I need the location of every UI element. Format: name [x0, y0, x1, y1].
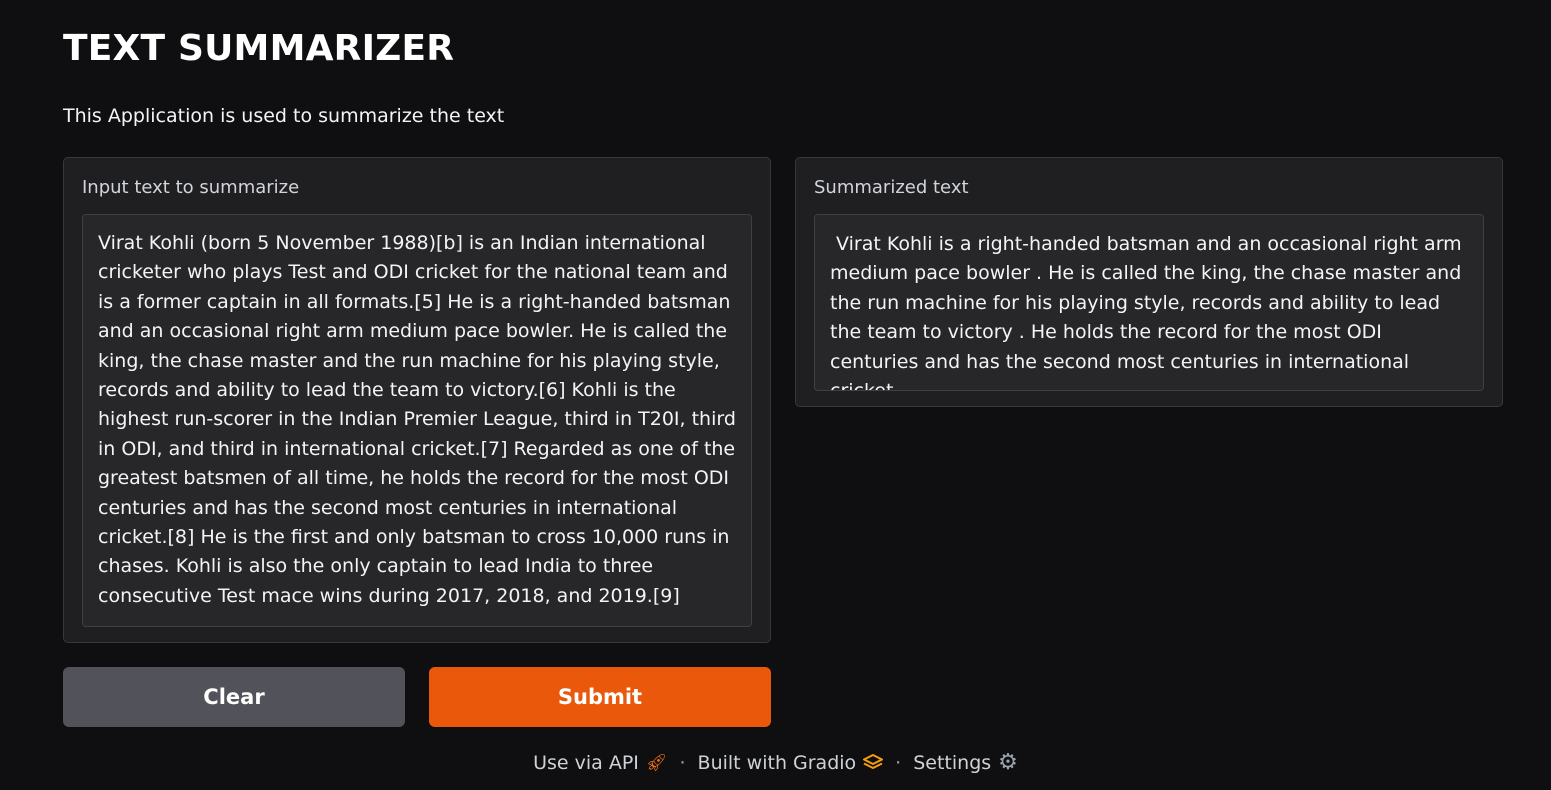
footer: Use via API 🚀︎ · Built with Gradio · Set…	[0, 750, 1551, 775]
app-root: TEXT SUMMARIZER This Application is used…	[0, 0, 1551, 790]
output-textarea[interactable]: Virat Kohli is a right-handed batsman an…	[814, 214, 1484, 391]
rocket-icon: 🚀︎	[645, 753, 668, 773]
submit-button[interactable]: Submit	[429, 667, 771, 727]
settings-link[interactable]: Settings ⚙	[913, 750, 1018, 775]
page-title: TEXT SUMMARIZER	[63, 28, 455, 69]
input-label: Input text to summarize	[82, 177, 300, 198]
built-with-gradio-link[interactable]: Built with Gradio	[698, 752, 884, 774]
output-label: Summarized text	[814, 177, 969, 198]
page-description: This Application is used to summarize th…	[63, 105, 505, 127]
use-via-api-link[interactable]: Use via API 🚀︎	[533, 752, 667, 774]
footer-separator: ·	[895, 752, 902, 774]
input-panel: Input text to summarize Virat Kohli (bor…	[63, 157, 771, 643]
settings-label: Settings	[913, 752, 992, 774]
built-with-gradio-label: Built with Gradio	[697, 752, 857, 774]
footer-separator: ·	[679, 752, 686, 774]
output-panel: Summarized text Virat Kohli is a right-h…	[795, 157, 1503, 407]
use-via-api-label: Use via API	[533, 752, 639, 774]
input-textarea[interactable]: Virat Kohli (born 5 November 1988)[b] is…	[82, 214, 752, 627]
clear-button[interactable]: Clear	[63, 667, 405, 727]
gear-icon: ⚙	[998, 750, 1018, 775]
gradio-logo-icon	[863, 754, 884, 772]
